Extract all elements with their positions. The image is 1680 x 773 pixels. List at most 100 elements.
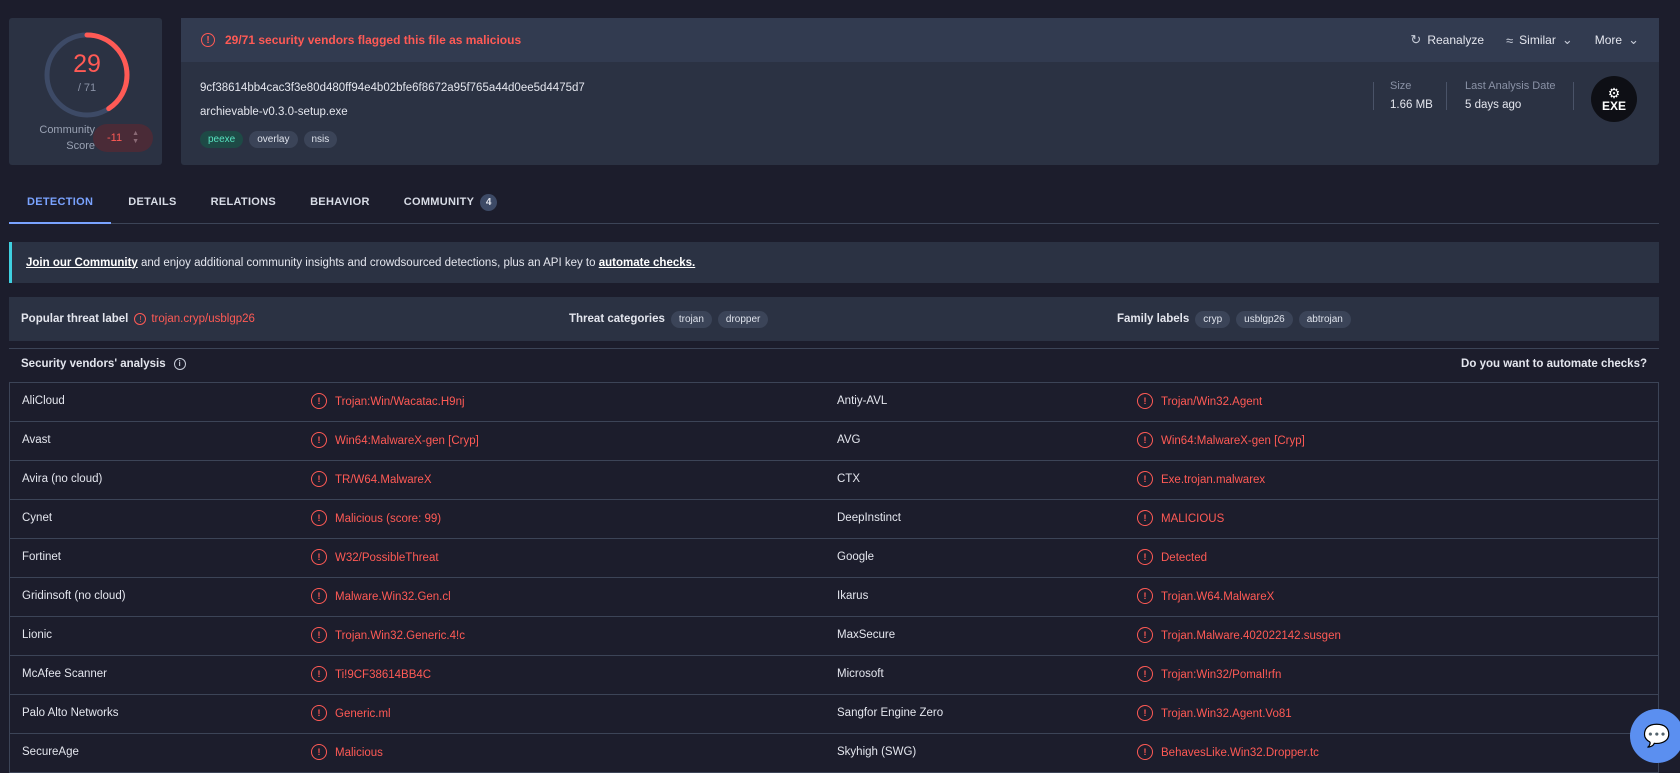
malicious-icon: ! [1137, 744, 1153, 760]
vendor-result-text: Malicious (score: 99) [335, 513, 442, 525]
tab-detection[interactable]: DETECTION [9, 186, 112, 224]
vendor-result: ! Detected [1137, 549, 1207, 565]
file-header: ! 29/71 security vendors flagged this fi… [181, 18, 1659, 165]
malicious-icon: ! [311, 744, 327, 760]
community-score-vote[interactable]: -11 ▲ ▼ [93, 124, 153, 152]
threat-categories-key: Threat categories [569, 313, 665, 325]
family-chip[interactable]: cryp [1195, 310, 1231, 328]
tab-relations[interactable]: RELATIONS [194, 186, 293, 224]
refresh-icon: ↻ [1410, 32, 1422, 47]
banner-text: and enjoy additional community insights … [137, 256, 599, 269]
last-analysis-date: Last Analysis Date 5 days ago [1465, 80, 1556, 111]
vendor-result-text: Trojan/Win32.Agent [1161, 396, 1263, 408]
vendor-name: Skyhigh (SWG) [837, 746, 917, 758]
tab-behavior[interactable]: BEHAVIOR [293, 186, 387, 224]
report-tabs: DETECTION DETAILS RELATIONS BEHAVIOR COM… [9, 186, 1659, 224]
header-actions: ↻ Reanalyze ≈ Similar ⌄ More ⌄ [1410, 18, 1639, 62]
detection-total: / 71 [77, 82, 97, 94]
file-name: archievable-v0.3.0-setup.exe [200, 106, 348, 118]
vendor-name: Sangfor Engine Zero [837, 707, 944, 719]
similar-button[interactable]: ≈ Similar ⌄ [1506, 32, 1573, 48]
file-type-label: EXE [1601, 98, 1626, 113]
family-chip[interactable]: abtrojan [1298, 310, 1351, 328]
malicious-icon: ! [311, 705, 327, 721]
malicious-icon: ! [1137, 705, 1153, 721]
file-size: Size 1.66 MB [1390, 80, 1433, 111]
automate-checks-link[interactable]: automate checks. [599, 257, 696, 269]
malicious-icon: ! [311, 393, 327, 409]
tag-overlay[interactable]: overlay [249, 131, 298, 148]
chat-button[interactable]: 💬 [1630, 709, 1680, 763]
community-banner: Join our Community and enjoy additional … [9, 242, 1659, 283]
malicious-icon: ! [311, 666, 327, 682]
chevron-down-icon: ⌄ [1561, 32, 1573, 47]
detection-score-card: 29 / 71 Community Score -11 ▲ ▼ [9, 18, 162, 165]
category-chip[interactable]: trojan [670, 310, 712, 328]
vendor-result: ! Malware.Win32.Gen.cl [311, 588, 451, 604]
popular-threat-key: Popular threat label [21, 313, 129, 325]
reanalyze-button[interactable]: ↻ Reanalyze [1410, 32, 1484, 48]
tag-peexe[interactable]: peexe [200, 131, 244, 148]
vendors-table: AliCloud! Trojan:Win/Wacatac.H9nj Antiy-AV… [9, 382, 1659, 773]
malicious-icon: ! [1137, 510, 1153, 526]
vendor-name: Lionic [22, 629, 53, 641]
similar-icon: ≈ [1506, 32, 1514, 48]
threat-summary: Popular threat label ! trojan.cryp/usblg… [9, 297, 1659, 341]
chevron-down-icon: ⌄ [1628, 32, 1639, 47]
vendor-result-text: W32/PossibleThreat [335, 552, 439, 564]
vendor-result-text: Win64:MalwareX-gen [Cryp] [1161, 435, 1305, 447]
chat-icon: 💬 [1643, 723, 1671, 748]
vendor-result: ! Trojan.W64.MalwareX [1137, 588, 1274, 604]
file-hash[interactable]: 9cf38614bb4cac3f3e80d480ff94e4b02bfe6f86… [200, 82, 585, 94]
vendor-name: Cynet [22, 512, 53, 524]
malicious-icon: ! [311, 627, 327, 643]
vendor-result: ! MALICIOUS [1137, 510, 1224, 526]
community-count-badge: 4 [480, 194, 498, 211]
vendor-name: McAfee Scanner [22, 668, 108, 680]
vendor-name: Gridinsoft (no cloud) [22, 590, 126, 602]
vendor-result-text: Win64:MalwareX-gen [Cryp] [335, 435, 479, 447]
vendor-result: ! Win64:MalwareX-gen [Cryp] [311, 432, 479, 448]
vote-arrows-icon[interactable]: ▲ ▼ [132, 130, 139, 146]
malicious-alert-bar: ! 29/71 security vendors flagged this fi… [181, 18, 1659, 62]
family-chip[interactable]: usblgp26 [1236, 310, 1293, 328]
tab-detection-label: DETECTION [27, 196, 94, 208]
vendor-result-text: Trojan:Win32/Pomal!rfn [1161, 669, 1282, 681]
popular-threat-text: trojan.cryp/usblgp26 [151, 313, 255, 325]
malicious-icon: ! [1137, 432, 1153, 448]
vendor-name: MaxSecure [837, 629, 896, 641]
automate-checks-prompt[interactable]: Do you want to automate checks? [1461, 358, 1647, 370]
vendor-result: ! Trojan.Win32.Generic.4!c [311, 627, 465, 643]
more-button[interactable]: More ⌄ [1595, 32, 1639, 48]
vendor-result-text: Generic.ml [335, 708, 391, 720]
vendor-name: Microsoft [837, 668, 884, 680]
vendor-result-text: Malware.Win32.Gen.cl [335, 591, 451, 603]
malicious-icon: ! [311, 510, 327, 526]
vendor-row: Cynet! Malicious (score: 99) DeepInstinct!… [10, 500, 1658, 539]
tab-details[interactable]: DETAILS [111, 186, 193, 224]
join-community-link[interactable]: Join our Community [26, 257, 138, 269]
malicious-icon: ! [311, 471, 327, 487]
vendor-result-text: TR/W64.MalwareX [335, 474, 432, 486]
malicious-icon: ! [1137, 471, 1153, 487]
tag-nsis[interactable]: nsis [303, 131, 338, 148]
malicious-icon: ! [1137, 666, 1153, 682]
vendor-result: ! Trojan.Win32.Agent.Vo81 [1137, 705, 1292, 721]
family-labels-key: Family labels [1117, 313, 1190, 325]
info-icon[interactable]: i [173, 357, 186, 370]
tab-relations-label: RELATIONS [210, 196, 277, 208]
malicious-icon: ! [311, 432, 327, 448]
popular-threat-value[interactable]: ! trojan.cryp/usblgp26 [134, 313, 255, 325]
alert-icon: ! [201, 33, 215, 47]
alert-text: 29/71 security vendors flagged this file… [225, 33, 522, 47]
category-chip[interactable]: dropper [717, 310, 769, 328]
vendor-result-text: BehavesLike.Win32.Dropper.tc [1161, 747, 1319, 759]
tab-community[interactable]: COMMUNITY 4 [387, 186, 515, 224]
popular-threat-label: Popular threat label ! trojan.cryp/usblg… [21, 313, 255, 325]
vendor-name: Antiy-AVL [837, 395, 888, 407]
tab-behavior-label: BEHAVIOR [310, 196, 370, 208]
more-label: More [1594, 33, 1623, 47]
vendor-row: Lionic ! Trojan.Win32.Generic.4!c MaxSecure… [10, 617, 1658, 656]
vendor-result: ! Trojan/Win32.Agent [1137, 393, 1263, 409]
vendor-result: ! Exe.trojan.malwarex [1137, 471, 1265, 487]
